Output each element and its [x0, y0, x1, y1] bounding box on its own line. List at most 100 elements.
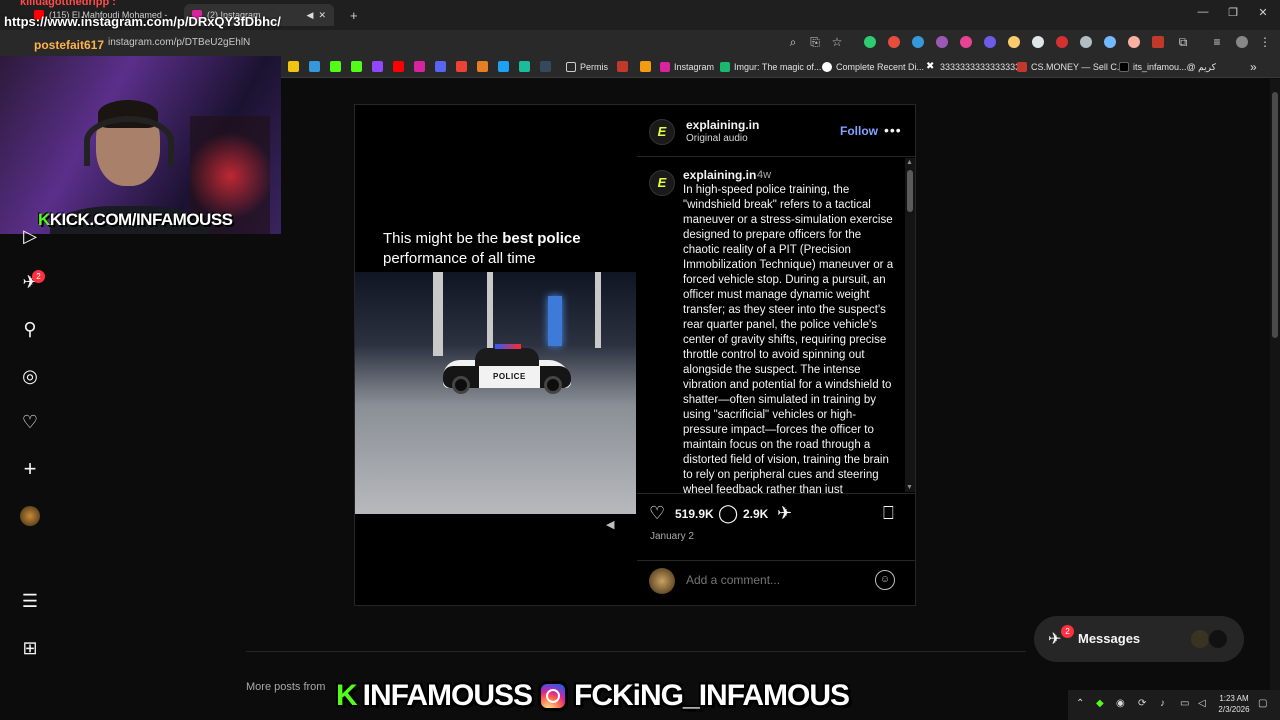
mute-icon[interactable]: ◀︎: [606, 518, 614, 531]
comment-bubble-icon[interactable]: ◯: [718, 503, 738, 524]
bookmark-icon[interactable]: [309, 61, 320, 72]
close-window-icon[interactable]: ✕: [1248, 6, 1278, 19]
extension-icon[interactable]: [1080, 36, 1092, 48]
extension-icon[interactable]: [888, 36, 900, 48]
bookmark-icon[interactable]: [617, 61, 628, 72]
extension-icon[interactable]: [1128, 36, 1140, 48]
extension-icon[interactable]: [1152, 36, 1164, 48]
extensions-puzzle-icon[interactable]: ⧉: [1174, 35, 1192, 50]
kick-banner: KKICK.COM/INFAMOUSS: [38, 210, 233, 230]
reading-list-icon[interactable]: ≡: [1208, 35, 1226, 49]
comment-input[interactable]: [686, 573, 856, 587]
folder-icon: [566, 62, 576, 72]
tray-app-icon[interactable]: ⟳: [1138, 698, 1146, 709]
like-count[interactable]: 519.9K: [675, 507, 714, 521]
extension-icon[interactable]: [960, 36, 972, 48]
bookmark-icon[interactable]: [435, 61, 446, 72]
page-scrollbar-thumb[interactable]: [1272, 92, 1278, 338]
also-from-meta-icon[interactable]: ⊞: [18, 636, 42, 660]
original-audio-link[interactable]: Original audio: [686, 133, 748, 144]
tray-expand-icon[interactable]: ⌃: [1076, 698, 1084, 709]
post-date[interactable]: January 2: [650, 531, 694, 542]
extension-icon[interactable]: [912, 36, 924, 48]
volume-icon[interactable]: ◁: [1198, 698, 1206, 709]
bookmark-icon[interactable]: [456, 61, 467, 72]
comment-author-avatar[interactable]: E: [649, 170, 675, 196]
heart-icon[interactable]: ♡: [18, 410, 42, 434]
minimize-icon[interactable]: —: [1188, 6, 1218, 18]
bookmark-numbers[interactable]: ✖ 3333333333333333: [926, 59, 1020, 75]
bookmark-tiktok[interactable]: its_infamou...@ كريم: [1119, 59, 1216, 75]
close-tab-icon[interactable]: ✕: [318, 10, 326, 21]
extension-icon[interactable]: [984, 36, 996, 48]
mute-tab-icon[interactable]: ◀︎: [307, 10, 314, 21]
extension-icon[interactable]: [1056, 36, 1068, 48]
stream-bottom-banner: K INFAMOUSS FCKiNG_INFAMOUS: [336, 672, 946, 720]
emoji-icon[interactable]: ☺: [875, 570, 895, 590]
bookmark-icon[interactable]: [351, 61, 362, 72]
zoom-icon[interactable]: ⌕: [784, 35, 802, 50]
url-field[interactable]: instagram.com/p/DTBeU2gEhlN: [108, 34, 748, 52]
comment-count[interactable]: 2.9K: [743, 507, 768, 521]
install-icon[interactable]: ⎘: [806, 35, 824, 50]
profile-avatar[interactable]: [20, 506, 40, 526]
video-caption-text: This might be the: [383, 230, 503, 247]
bookmark-github[interactable]: Complete Recent Di...: [822, 59, 924, 75]
stream-link-line: https://www.instagram.com/p/DRxQY3fDbhc/: [4, 14, 281, 29]
post-author[interactable]: explaining.in: [686, 118, 759, 132]
share-icon[interactable]: ✈: [777, 503, 792, 524]
profile-avatar[interactable]: [1236, 36, 1248, 48]
bookmark-icon[interactable]: [640, 61, 651, 72]
bookmark-icon[interactable]: [288, 61, 299, 72]
bookmark-icon[interactable]: [498, 61, 509, 72]
reels-icon[interactable]: ▷: [18, 224, 42, 248]
bookmark-csmoney[interactable]: CS.MONEY — Sell C...: [1017, 59, 1124, 75]
tray-app-icon[interactable]: ◆: [1096, 698, 1104, 709]
network-icon[interactable]: ▭: [1180, 698, 1189, 709]
extension-icon[interactable]: [936, 36, 948, 48]
menu-kebab-icon[interactable]: ⋮: [1256, 35, 1274, 49]
scroll-down-icon[interactable]: ▼: [906, 484, 913, 491]
bookmark-label: 3333333333333333: [940, 62, 1021, 72]
bookmark-permis[interactable]: Permis: [566, 59, 608, 75]
bookmark-icon[interactable]: [372, 61, 383, 72]
extension-icon[interactable]: [1032, 36, 1044, 48]
bookmark-icon[interactable]: [414, 61, 425, 72]
messages-icon: ✈: [1048, 631, 1062, 648]
maximize-icon[interactable]: ❐: [1218, 6, 1248, 19]
mic-icon[interactable]: ♪: [1160, 698, 1165, 709]
new-tab-button[interactable]: +: [342, 4, 364, 26]
extension-icon[interactable]: [864, 36, 876, 48]
video-caption-bold: best police: [502, 230, 581, 247]
caption-scrollbar-thumb[interactable]: [907, 170, 913, 212]
extension-icon[interactable]: [1008, 36, 1020, 48]
bookmarks-overflow-icon[interactable]: »: [1250, 59, 1257, 75]
caption-author[interactable]: explaining.in: [683, 168, 756, 182]
caption-timestamp[interactable]: 4w: [757, 169, 771, 181]
bookmark-instagram[interactable]: Instagram: [660, 59, 714, 75]
bookmark-imgur[interactable]: Imgur: The magic of...: [720, 59, 821, 75]
follow-button[interactable]: Follow: [840, 124, 878, 138]
notification-bell-icon[interactable]: ▢: [1258, 698, 1267, 709]
messages-label: Messages: [1078, 631, 1141, 646]
explore-icon[interactable]: ◎: [18, 364, 42, 388]
bookmark-icon[interactable]: [540, 61, 551, 72]
create-icon[interactable]: +: [18, 457, 42, 481]
hamburger-menu-icon[interactable]: ☰: [18, 589, 42, 613]
bookmark-icon[interactable]: [330, 61, 341, 72]
more-options-icon[interactable]: •••: [884, 122, 902, 138]
bookmark-icon[interactable]: [393, 61, 404, 72]
scroll-up-icon[interactable]: ▲: [906, 159, 913, 166]
stream-username: postefait617: [34, 38, 105, 52]
extension-icon[interactable]: [1104, 36, 1116, 48]
bookmark-icon[interactable]: [519, 61, 530, 72]
search-icon[interactable]: ⚲: [18, 317, 42, 341]
bookmark-icon[interactable]: [477, 61, 488, 72]
csmoney-icon: [1017, 62, 1027, 72]
like-heart-icon[interactable]: ♡: [649, 503, 665, 524]
author-avatar[interactable]: E: [649, 119, 675, 145]
taskbar-clock[interactable]: 1:23 AM 2/3/2026: [1214, 693, 1254, 715]
bookmark-save-icon[interactable]: ⎕: [883, 503, 894, 524]
star-icon[interactable]: ☆: [828, 35, 846, 49]
discord-tray-icon[interactable]: ◉: [1116, 698, 1125, 709]
